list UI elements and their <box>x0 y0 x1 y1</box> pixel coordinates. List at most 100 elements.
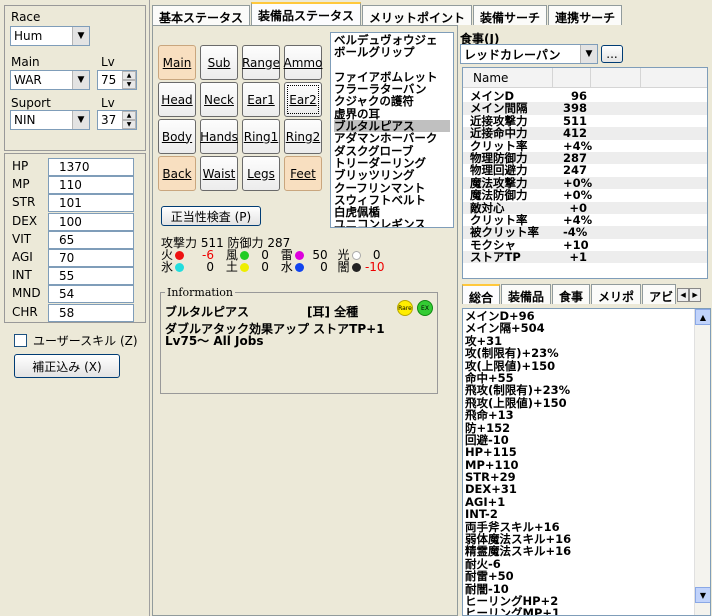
table-row[interactable]: 被クリット率 -4% <box>463 226 707 239</box>
main-lv-value: 75 <box>101 73 117 87</box>
spin-up-icon[interactable]: ▲ <box>122 71 136 80</box>
chevron-down-icon[interactable]: ▼ <box>72 111 89 129</box>
main-lv-label: Lv <box>101 55 115 69</box>
race-value: Hum <box>14 29 43 43</box>
main-job-value: WAR <box>14 73 42 87</box>
table-row[interactable]: メイン間隔 398 <box>463 101 707 116</box>
slot-ear1-button[interactable]: Ear1 <box>242 82 280 117</box>
stat-value: 55 <box>48 267 134 286</box>
user-skill-option[interactable]: ユーザースキル (Z) <box>14 332 138 349</box>
tab-basic-status[interactable]: 基本ステータス <box>152 5 251 25</box>
spin-down-icon[interactable]: ▼ <box>122 80 136 89</box>
race-select[interactable]: Hum ▼ <box>10 26 90 46</box>
tab-skillchain-search[interactable]: 連携サーチ <box>548 5 623 25</box>
slot-ring2-button[interactable]: Ring2 <box>284 119 322 154</box>
slot-range-button[interactable]: Range <box>242 45 280 80</box>
food-select[interactable]: レッドカレーパン ▼ <box>460 44 598 64</box>
equipment-list-item[interactable]: クーフリンマント <box>334 181 450 194</box>
summary-scrollbar[interactable]: ▲ ▼ <box>694 309 710 615</box>
ice-label: 氷 <box>161 260 174 274</box>
column-header[interactable] <box>553 68 591 87</box>
table-row[interactable]: 物理回避力 247 <box>463 164 707 177</box>
slot-sub-button[interactable]: Sub <box>200 45 238 80</box>
table-cell-name: 魔法防御力 <box>470 188 528 203</box>
food-more-button[interactable]: ... <box>601 45 623 63</box>
slot-ring1-button[interactable]: Ring1 <box>242 119 280 154</box>
spin-up-icon[interactable]: ▲ <box>122 111 136 120</box>
tab-equipment-status[interactable]: 装備品ステータス <box>251 2 362 25</box>
slot-back-button[interactable]: Back <box>158 156 196 191</box>
main-lv-spinner[interactable]: 75 ▲ ▼ <box>97 70 137 90</box>
stat-row-agi: AGI 70 <box>8 249 134 267</box>
slot-neck-button[interactable]: Neck <box>200 82 238 117</box>
stat-value: 54 <box>48 285 134 304</box>
table-row[interactable]: 近接命中力 412 <box>463 126 707 141</box>
table-cell-value: +1 <box>569 250 587 265</box>
equipment-list-item[interactable]: ユニコンレギンス <box>334 218 450 227</box>
tab-equipment-search[interactable]: 装備サーチ <box>473 5 548 25</box>
list-item: AGI+1 <box>465 494 506 509</box>
tab-merits[interactable]: メリポ <box>591 284 642 304</box>
table-cell-name: メイン間隔 <box>470 101 528 116</box>
summary-list[interactable]: メインD+96 メイン隔+504 攻+31 攻(制限有)+23% 攻(上限値)+150 命… <box>462 308 711 616</box>
scroll-up-icon[interactable]: ▲ <box>695 309 710 325</box>
water-label: 水 <box>280 260 293 274</box>
table-cell-name: 近接命中力 <box>470 126 528 141</box>
item-jobs: Lv75～ All Jobs <box>165 334 264 348</box>
table-cell-value: 398 <box>563 101 588 116</box>
user-skill-checkbox[interactable] <box>14 334 27 347</box>
equipment-list[interactable]: ベルデュヴォウジェ ボールグリップ ファイアボムレット フラーラターバン クジャクの護符… <box>330 32 454 228</box>
list-item: INT-2 <box>465 507 498 522</box>
stat-row-dex: DEX 100 <box>8 212 134 231</box>
stat-name: CHR <box>12 304 38 319</box>
correction-button[interactable]: 補正込み (X) <box>14 354 120 378</box>
main-job-select[interactable]: WAR ▼ <box>10 70 90 90</box>
name-column-header[interactable]: Name <box>463 68 553 87</box>
elements-row-2: 氷0 土0 水0 闇 -10 <box>161 258 385 275</box>
information-legend: Information <box>165 286 236 299</box>
tab-summary[interactable]: 総合 <box>462 284 501 305</box>
slot-feet-button[interactable]: Feet <box>284 156 322 191</box>
stat-value: 70 <box>48 249 134 267</box>
equipment-list-item[interactable]: ブリッツリング <box>334 169 450 182</box>
main-tabs: 基本ステータス 装備品ステータス メリットポイント 装備サーチ 連携サーチ <box>152 2 623 25</box>
table-row[interactable]: 魔法防御力 +0% <box>463 188 707 203</box>
chevron-right-icon[interactable]: ▶ <box>689 288 702 302</box>
slot-ear2-button[interactable]: Ear2 <box>284 82 322 117</box>
slot-main-button[interactable]: Main <box>158 45 196 80</box>
chevron-left-icon[interactable]: ◀ <box>677 288 690 302</box>
validity-check-button[interactable]: 正当性検査 (P) <box>161 206 261 226</box>
table-cell-name: ストアTP <box>470 250 521 265</box>
tab-equipment[interactable]: 装備品 <box>501 284 552 304</box>
equipment-list-item[interactable]: アダマンホーバーク <box>334 132 450 145</box>
tab-scroller[interactable]: ◀ ▶ <box>677 288 702 304</box>
equipment-list-item[interactable]: クジャクの護符 <box>334 95 450 108</box>
dark-icon <box>351 263 361 272</box>
slot-head-button[interactable]: Head <box>158 82 196 117</box>
chevron-down-icon[interactable]: ▼ <box>580 45 597 63</box>
equipment-list-item[interactable]: ボールグリップ <box>334 46 450 59</box>
stat-row-int: INT 55 <box>8 267 134 286</box>
tab-abilities[interactable]: アビ <box>642 284 677 304</box>
stat-name: MND <box>12 286 41 301</box>
support-lv-label: Lv <box>101 96 115 110</box>
column-header[interactable] <box>591 68 641 87</box>
chevron-down-icon[interactable]: ▼ <box>72 71 89 89</box>
slot-legs-button[interactable]: Legs <box>242 156 280 191</box>
rare-badge: Rare <box>397 300 413 316</box>
spin-down-icon[interactable]: ▼ <box>122 120 136 129</box>
table-row[interactable]: ストアTP +1 <box>463 251 707 263</box>
scroll-down-icon[interactable]: ▼ <box>695 587 710 603</box>
race-label: Race <box>11 10 41 24</box>
slot-body-button[interactable]: Body <box>158 119 196 154</box>
support-job-select[interactable]: NIN ▼ <box>10 110 90 130</box>
slot-hands-button[interactable]: Hands <box>200 119 238 154</box>
tab-food[interactable]: 食事 <box>552 284 591 304</box>
slot-ammo-button[interactable]: Ammo <box>284 45 322 80</box>
support-lv-spinner[interactable]: 37 ▲ ▼ <box>97 110 137 130</box>
chevron-down-icon[interactable]: ▼ <box>72 27 89 45</box>
stat-name: INT <box>12 268 32 283</box>
table-cell-value: 412 <box>563 126 588 141</box>
slot-waist-button[interactable]: Waist <box>200 156 238 191</box>
tab-merit-points[interactable]: メリットポイント <box>362 5 473 25</box>
